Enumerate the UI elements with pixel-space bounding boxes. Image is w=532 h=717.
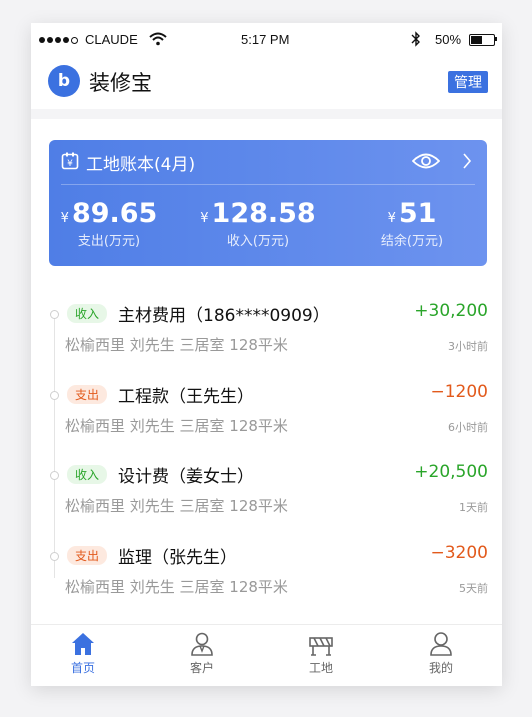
card-title: 工地账本(4月) xyxy=(86,155,196,175)
record-time: 3小时前 xyxy=(448,340,488,353)
currency-symbol: ¥ xyxy=(387,211,396,226)
list-item[interactable]: 支出 工程款（王先生） −1200 松榆西里 刘先生 三居室 128平米 6小时… xyxy=(31,379,502,459)
list-item[interactable]: 收入 主材费用（186****0909） +30,200 松榆西里 刘先生 三居… xyxy=(31,298,502,378)
tab-construction-site[interactable]: 工地 xyxy=(291,631,351,676)
ledger-summary-card[interactable]: ¥ 工地账本(4月) ¥89.65 支出(万元) ¥128.58 收入(万元) … xyxy=(49,140,487,266)
currency-symbol: ¥ xyxy=(60,211,69,226)
phone-screen: CLAUDE 5:17 PM 50% b 装修宝 管理 ¥ 工地账本(4月) ¥… xyxy=(31,23,502,686)
status-bar: CLAUDE 5:17 PM 50% xyxy=(31,23,502,57)
stat-income: ¥128.58 收入(万元) xyxy=(198,198,318,249)
tab-label: 首页 xyxy=(70,661,95,675)
record-subtitle: 松榆西里 刘先生 三居室 128平米 xyxy=(65,578,288,596)
income-badge: 收入 xyxy=(67,304,108,323)
record-title: 主材费用（186****0909） xyxy=(118,306,330,326)
currency-symbol: ¥ xyxy=(200,211,209,226)
income-badge: 收入 xyxy=(67,465,108,484)
record-amount: +20,500 xyxy=(414,462,488,482)
timeline-node xyxy=(50,471,59,480)
battery-cap xyxy=(495,37,497,41)
tab-home[interactable]: 首页 xyxy=(53,631,113,676)
record-title: 设计费（姜女士） xyxy=(118,467,254,487)
chevron-right-icon[interactable] xyxy=(462,152,472,170)
list-item[interactable]: 收入 设计费（姜女士） +20,500 松榆西里 刘先生 三居室 128平米 1… xyxy=(31,459,502,539)
stat-value: 128.58 xyxy=(211,198,316,229)
status-time: 5:17 PM xyxy=(241,32,290,47)
stat-label: 支出(万元) xyxy=(77,234,141,249)
manage-button[interactable]: 管理 xyxy=(448,71,488,93)
bottom-tab-bar: 首页 客户 工地 我的 xyxy=(31,624,502,686)
stat-label: 收入(万元) xyxy=(226,234,290,249)
timeline-node xyxy=(50,391,59,400)
record-time: 6小时前 xyxy=(448,421,488,434)
expense-badge: 支出 xyxy=(67,546,108,565)
home-icon xyxy=(72,633,94,655)
stat-expense: ¥89.65 支出(万元) xyxy=(49,198,169,249)
app-title: 装修宝 xyxy=(89,71,152,95)
card-divider xyxy=(61,184,475,185)
construction-site-icon xyxy=(309,637,333,656)
svg-text:¥: ¥ xyxy=(67,159,73,169)
stat-value: 51 xyxy=(398,198,437,229)
carrier-name: CLAUDE xyxy=(85,32,138,47)
record-amount: −1200 xyxy=(430,382,488,402)
battery-level xyxy=(471,36,482,44)
battery-percent: 50% xyxy=(435,32,462,47)
app-logo: b xyxy=(48,65,80,97)
tab-profile[interactable]: 我的 xyxy=(411,631,471,676)
list-item[interactable]: 支出 监理（张先生） −3200 松榆西里 刘先生 三居室 128平米 5天前 xyxy=(31,540,502,620)
stat-balance: ¥51 结余(万元) xyxy=(352,198,472,249)
bluetooth-icon xyxy=(411,31,420,47)
record-time: 5天前 xyxy=(459,582,488,595)
customer-icon xyxy=(191,632,213,656)
tab-label: 我的 xyxy=(428,661,453,675)
profile-icon xyxy=(430,632,452,656)
tab-customer[interactable]: 客户 xyxy=(172,631,232,676)
record-time: 1天前 xyxy=(459,501,488,514)
record-subtitle: 松榆西里 刘先生 三居室 128平米 xyxy=(65,336,288,354)
signal-strength-icon xyxy=(39,37,78,44)
record-title: 监理（张先生） xyxy=(118,548,237,568)
battery-icon xyxy=(469,34,495,46)
timeline-node xyxy=(50,552,59,561)
record-title: 工程款（王先生） xyxy=(118,387,254,407)
wifi-icon xyxy=(149,32,167,46)
eye-icon[interactable] xyxy=(412,152,440,170)
header-divider xyxy=(31,109,502,119)
tab-label: 工地 xyxy=(308,661,333,675)
record-subtitle: 松榆西里 刘先生 三居室 128平米 xyxy=(65,417,288,435)
record-amount: +30,200 xyxy=(414,301,488,321)
app-header: b 装修宝 管理 xyxy=(31,57,502,109)
timeline-node xyxy=(50,310,59,319)
ledger-icon: ¥ xyxy=(61,152,79,170)
record-subtitle: 松榆西里 刘先生 三居室 128平米 xyxy=(65,497,288,515)
expense-badge: 支出 xyxy=(67,385,108,404)
stat-label: 结余(万元) xyxy=(380,234,444,249)
tab-label: 客户 xyxy=(189,661,214,675)
record-amount: −3200 xyxy=(430,543,488,563)
stat-value: 89.65 xyxy=(71,198,158,229)
